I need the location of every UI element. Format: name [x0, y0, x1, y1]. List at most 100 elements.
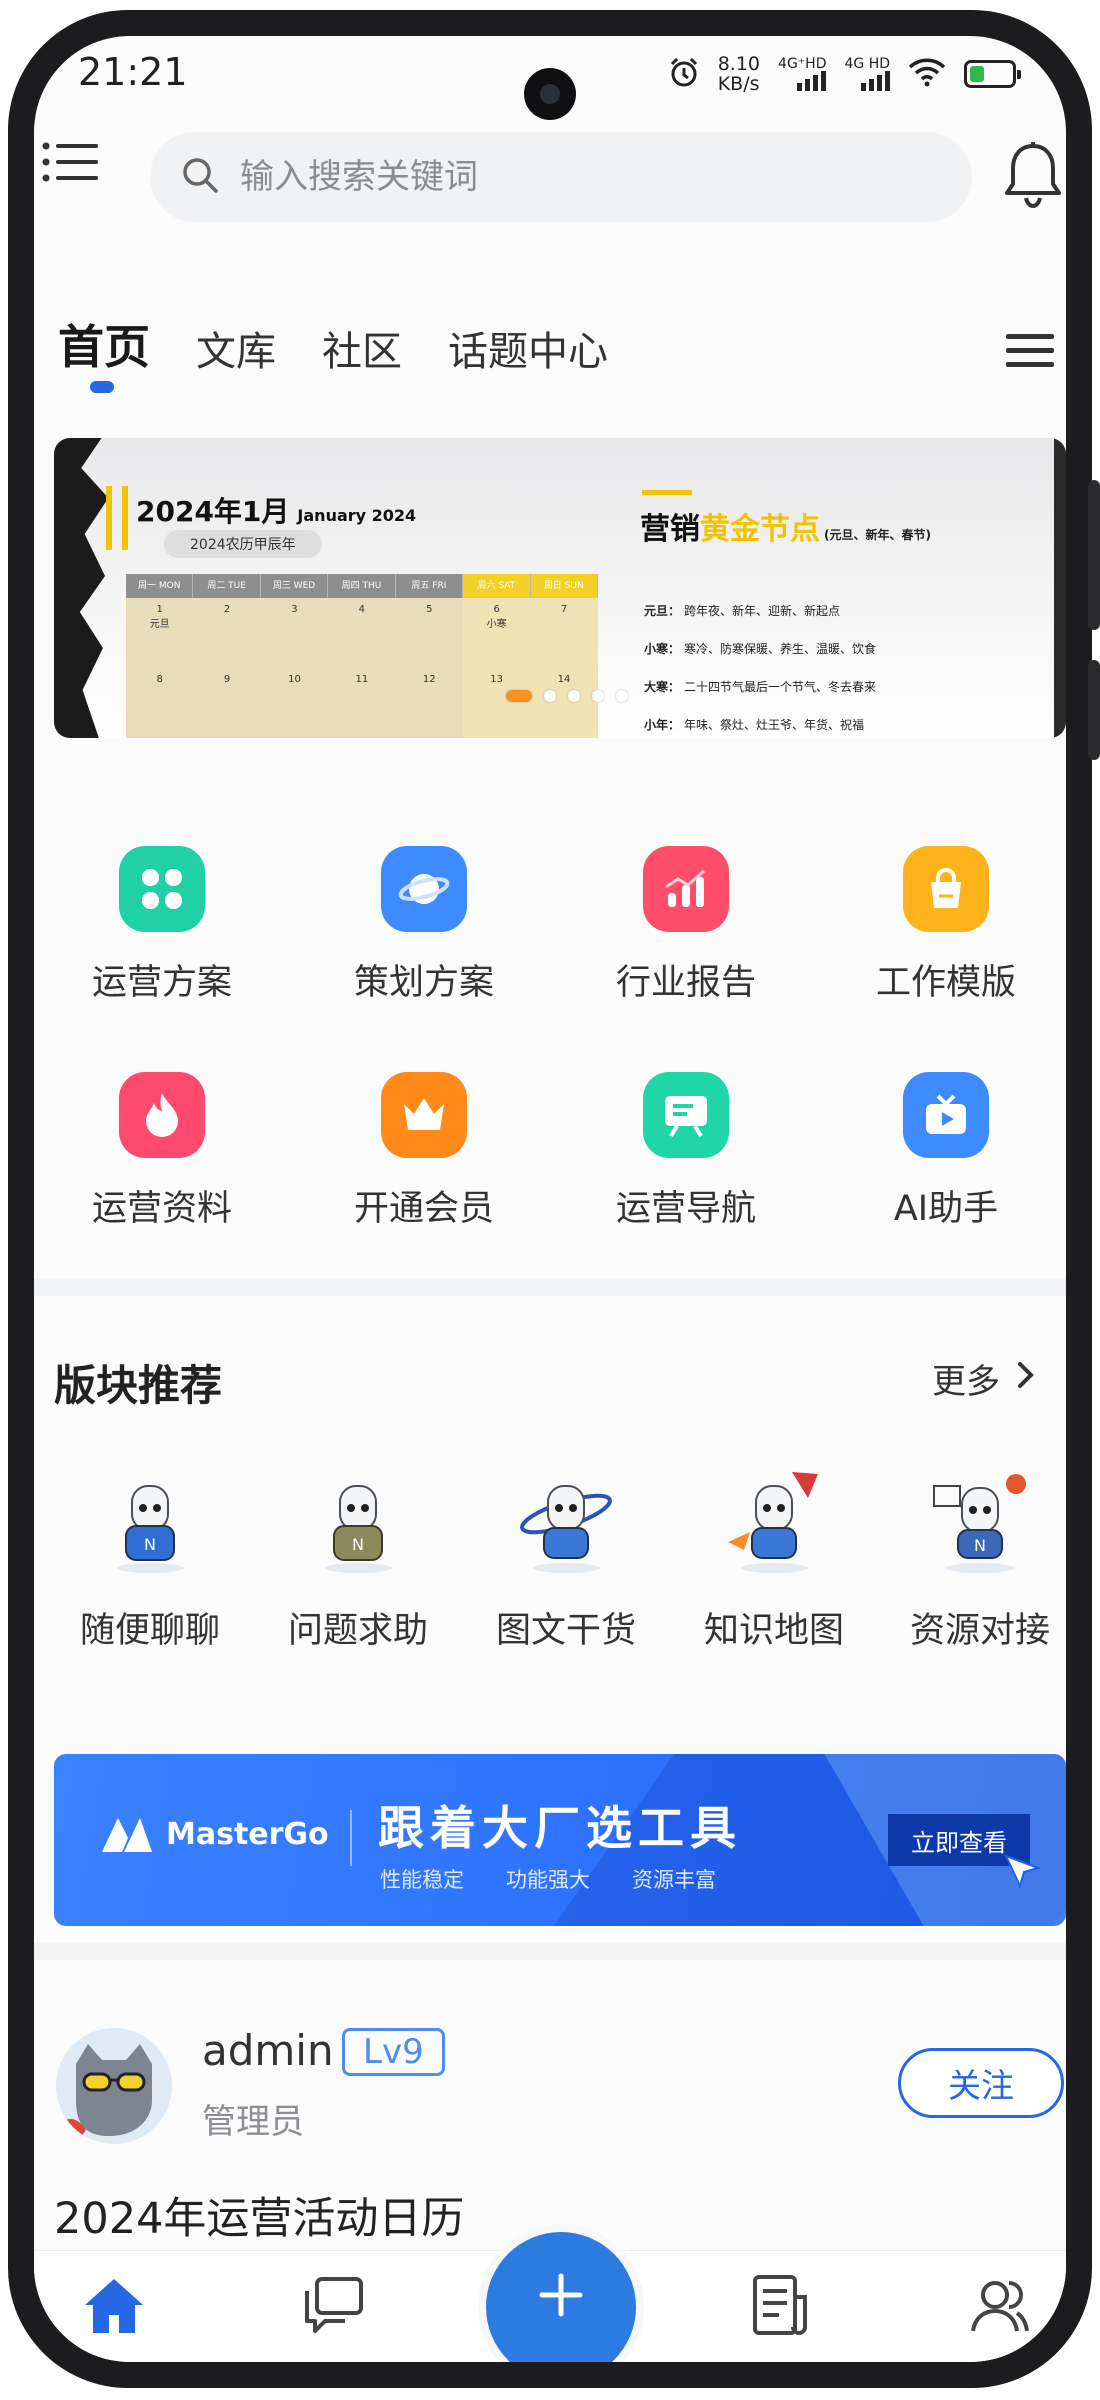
marketing-item: 元旦： 跨年夜、新年、迎新、新起点 [644, 592, 876, 630]
chat-icon [301, 2275, 367, 2341]
banner-edge [1054, 438, 1066, 738]
nav-chat[interactable] [294, 2268, 374, 2348]
carousel-dot[interactable] [568, 690, 580, 702]
ad-separator [350, 1810, 352, 1866]
more-link[interactable]: 更多 [932, 1354, 1036, 1403]
weekday: 周四 THU [328, 574, 396, 598]
status-icons: 8.10 KB/s 4G⁺HD 4G HD [668, 54, 1021, 94]
cartoon-mascot-icon: N [920, 1464, 1040, 1584]
cursor-icon [1002, 1852, 1042, 1896]
avatar[interactable] [56, 2028, 172, 2144]
calendar-day: 5 [426, 604, 433, 615]
weekday: 周一 MON [126, 574, 194, 598]
tab-home[interactable]: 首页 [58, 311, 150, 393]
feature-membership[interactable]: 开通会员 [324, 1072, 524, 1231]
tab-topic-center[interactable]: 话题中心 [448, 319, 608, 377]
feature-label: 运营资料 [91, 1189, 232, 1229]
post-title[interactable]: 2024年运营活动日历 [54, 2184, 464, 2246]
feature-operation-nav[interactable]: 运营导航 [586, 1072, 786, 1231]
section-title: 版块推荐 [54, 1361, 223, 1410]
weekday: 周六 SAT [463, 574, 531, 598]
carousel-dot[interactable] [592, 690, 604, 702]
tab-library[interactable]: 文库 [196, 319, 276, 377]
network-speed: 8.10 KB/s [718, 54, 760, 94]
promo-carousel[interactable]: 2024年1月 January 2024 2024农历甲辰年 周一 MON 周二 … [54, 438, 1066, 738]
cartoon-mascot-icon [506, 1464, 626, 1584]
feature-industry-report[interactable]: 行业报告 [586, 846, 786, 1005]
board-question-help[interactable]: N 问题求助 [268, 1464, 448, 1653]
flame-icon [119, 1072, 205, 1158]
carousel-dot[interactable] [616, 690, 628, 702]
chevron-right-icon [1016, 1359, 1036, 1399]
calendar-title-en: January 2024 [297, 506, 417, 525]
board-resource-match[interactable]: N 资源对接 [890, 1464, 1066, 1653]
wifi-icon [908, 57, 946, 91]
ad-feature: 功能强大 [506, 1868, 590, 1892]
sim1-label: 4G⁺HD [778, 56, 827, 72]
more-label: 更多 [932, 1362, 1000, 1402]
feature-operation-plan[interactable]: 运营方案 [62, 846, 262, 1005]
feature-label: 运营方案 [91, 963, 232, 1003]
day-note: 元旦 [149, 619, 170, 630]
board-graphic-tips[interactable]: 图文干货 [476, 1464, 656, 1653]
search-input[interactable] [240, 157, 840, 197]
top-tabs: 首页 文库 社区 话题中心 [58, 311, 654, 393]
ad-feature: 资源丰富 [632, 1868, 716, 1892]
search-bar[interactable] [150, 132, 972, 222]
marketing-item-value: 跨年夜、新年、迎新、新起点 [684, 604, 841, 618]
feature-ai-assistant[interactable]: AI助手 [846, 1072, 1046, 1231]
weekday: 周二 TUE [193, 574, 261, 598]
home-icon [81, 2275, 147, 2341]
marketing-title-b: 黄金节点 [700, 512, 820, 547]
bell-icon[interactable] [1000, 140, 1066, 210]
marketing-item-key: 元旦： [644, 604, 681, 618]
feature-label: 工作模版 [875, 963, 1016, 1003]
menu-icon[interactable] [34, 126, 98, 188]
calendar-day: 7 [530, 598, 598, 668]
author-name[interactable]: admin [202, 2026, 334, 2075]
calendar-day: 6 小寒 [462, 598, 531, 668]
weekday: 周日 SUN [530, 574, 598, 598]
status-bar: 21:21 8.10 KB/s 4G⁺HD 4G HD [34, 36, 1066, 126]
carousel-indicator[interactable] [506, 690, 628, 702]
tabs-menu-icon[interactable] [1002, 328, 1060, 374]
calendar-day: 13 [462, 668, 531, 738]
search-icon [180, 155, 220, 199]
torn-paper-edge [54, 438, 109, 738]
feature-operation-materials[interactable]: 运营资料 [62, 1072, 262, 1231]
calendar-title-cn: 2024年1月 [136, 495, 290, 528]
phone-frame: 21:21 8.10 KB/s 4G⁺HD 4G HD 输入搜索关键词 首页 文… [8, 10, 1100, 2388]
volume-button [1088, 480, 1100, 630]
board-label: 问题求助 [287, 1611, 428, 1651]
net-speed-value: 8.10 [717, 53, 761, 75]
feature-planning-plan[interactable]: 策划方案 [324, 846, 524, 1005]
cartoon-mascot-icon: N [90, 1464, 210, 1584]
net-speed-unit: KB/s [717, 73, 760, 95]
marketing-item: 小寒： 寒冷、防寒保暖、养生、温暖、饮食 [644, 630, 876, 668]
cartoon-mascot-icon: N [298, 1464, 418, 1584]
board-casual-chat[interactable]: N 随便聊聊 [60, 1464, 240, 1653]
nav-profile[interactable] [960, 2268, 1040, 2348]
carousel-dot-active[interactable] [506, 690, 532, 702]
screen: 21:21 8.10 KB/s 4G⁺HD 4G HD 输入搜索关键词 首页 文… [34, 36, 1066, 2362]
calendar-day: 1 元旦 [126, 598, 193, 668]
tv-icon [903, 1072, 989, 1158]
section-divider [34, 1278, 1066, 1296]
ad-banner[interactable]: MasterGo 跟着大厂选工具 性能稳定 功能强大 资源丰富 立即查看 [54, 1754, 1066, 1926]
document-icon [747, 2273, 813, 2343]
calendar-day: 8 [156, 674, 163, 685]
signal-sim2: 4G HD [844, 57, 890, 91]
nav-documents[interactable] [740, 2268, 820, 2348]
marketing-title-note: (元旦、新年、春节) [824, 528, 931, 542]
marketing-item-value: 年味、祭灶、灶王爷、年货、祝福 [684, 718, 865, 732]
feature-label: 行业报告 [615, 963, 756, 1003]
follow-button[interactable]: 关注 [898, 2048, 1064, 2118]
board-knowledge-map[interactable]: 知识地图 [684, 1464, 864, 1653]
battery-icon [964, 60, 1021, 88]
bar-chart-icon [643, 846, 729, 932]
carousel-dot[interactable] [544, 690, 556, 702]
feature-work-template[interactable]: 工作模版 [846, 846, 1046, 1005]
nav-home[interactable] [74, 2268, 154, 2348]
weekday: 周三 WED [260, 574, 329, 598]
tab-community[interactable]: 社区 [322, 319, 402, 377]
